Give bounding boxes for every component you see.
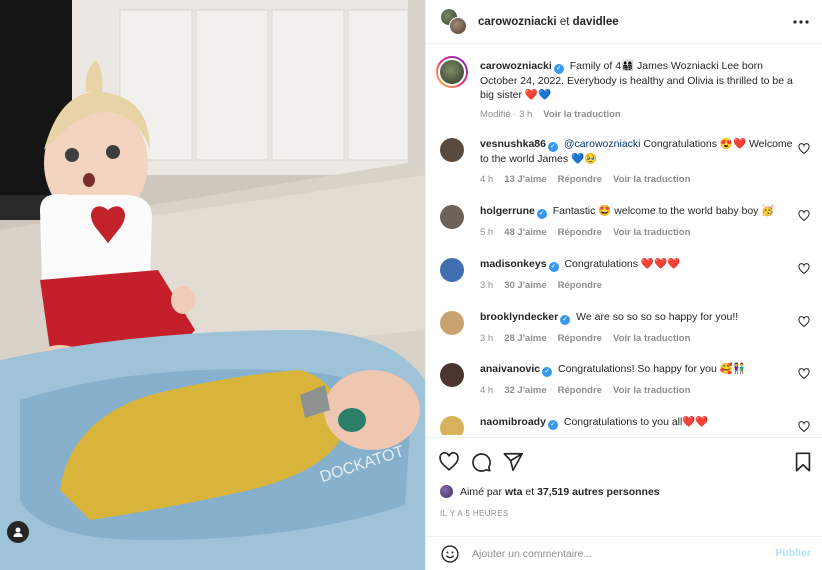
comment-username[interactable]: vesnushka86 (480, 138, 546, 150)
comment-time[interactable]: 4 h (480, 173, 493, 187)
coauthor-username[interactable]: davidlee (573, 16, 619, 28)
heart-icon[interactable] (798, 263, 810, 275)
comment-username[interactable]: brooklyndecker (480, 311, 558, 323)
translate-link[interactable]: Voir la traduction (613, 384, 690, 398)
comment-time[interactable]: 4 h (480, 384, 493, 398)
verified-badge-icon: ✓ (542, 367, 553, 377)
post-authors: carowozniacki et davidlee (478, 16, 619, 28)
add-comment-bar: Publier (426, 536, 822, 570)
verified-badge-icon: ✓ (560, 315, 571, 325)
bookmark-icon[interactable] (792, 451, 814, 473)
comment-time[interactable]: 3 h (480, 332, 493, 346)
list-item: holgerrune ✓ Fantastic 🤩 welcome to the w… (440, 204, 810, 240)
verified-badge-icon: ✓ (547, 142, 558, 152)
comment-mention[interactable]: @carowozniacki (564, 138, 641, 150)
heart-icon[interactable] (798, 143, 810, 155)
likes-user[interactable]: wta (505, 486, 523, 498)
comment-username[interactable]: naomibroady (480, 416, 546, 428)
avatar[interactable] (440, 138, 464, 162)
post-viewer: DOCKATOT carowozniacki et davidlee carow… (0, 0, 822, 570)
comment-text: Congratulations to you all❤️❤️ (563, 416, 709, 428)
heart-icon[interactable] (438, 451, 460, 473)
caption-time: Modifié · 3 h (480, 109, 533, 120)
user-tag-button[interactable] (7, 521, 29, 543)
translate-link[interactable]: Voir la traduction (613, 173, 690, 187)
list-item: anaivanovic ✓ Congratulations! So happy f… (440, 362, 810, 398)
avatar[interactable] (436, 56, 468, 88)
avatar[interactable] (440, 363, 464, 387)
author-username[interactable]: carowozniacki (478, 16, 557, 28)
avatar[interactable] (440, 485, 453, 498)
translate-link[interactable]: Voir la traduction (543, 108, 620, 122)
reply-button[interactable]: Répondre (558, 279, 602, 293)
verified-badge-icon: ✓ (553, 64, 564, 74)
post-timestamp[interactable]: IL Y A 5 HEURES (440, 509, 509, 518)
comment-text: We are so so so so happy for you!! (576, 311, 739, 323)
more-icon (793, 20, 809, 24)
verified-badge-icon: ✓ (548, 262, 559, 272)
comment-username[interactable]: holgerrune (480, 205, 535, 217)
comment-likes[interactable]: 28 J'aime (504, 332, 546, 346)
caption-username[interactable]: carowozniacki (480, 60, 552, 72)
translate-link[interactable]: Voir la traduction (613, 332, 690, 346)
reply-button[interactable]: Répondre (558, 332, 602, 346)
comment-likes[interactable]: 13 J'aime (504, 173, 546, 187)
author-avatars[interactable] (440, 7, 468, 36)
author-connector: et (559, 15, 570, 28)
list-item: brooklyndecker ✓ We are so so so so happy… (440, 310, 810, 346)
share-icon[interactable] (502, 451, 524, 473)
more-options-button[interactable] (791, 12, 811, 32)
user-tag-icon (13, 527, 23, 537)
heart-icon[interactable] (798, 316, 810, 328)
translate-link[interactable]: Voir la traduction (613, 226, 690, 240)
comment-likes[interactable]: 30 J'aime (504, 279, 546, 293)
comment-likes[interactable]: 48 J'aime (504, 226, 546, 240)
publish-button[interactable]: Publier (775, 547, 811, 559)
comment-likes[interactable]: 32 J'aime (504, 384, 546, 398)
heart-icon[interactable] (798, 368, 810, 380)
post-photo[interactable]: DOCKATOT (0, 0, 425, 570)
comment-username[interactable]: anaivanovic (480, 363, 540, 375)
comment-time[interactable]: 5 h (480, 226, 493, 240)
reply-button[interactable]: Répondre (558, 384, 602, 398)
comment-text: Congratulations! So happy for you 🥰👫 (558, 363, 746, 375)
comment-text: Congratulations ❤️❤️❤️ (564, 258, 681, 270)
likes-connector: et (525, 485, 535, 498)
reply-button[interactable]: Répondre (558, 173, 602, 187)
heart-icon[interactable] (798, 210, 810, 222)
comment-username[interactable]: madisonkeys (480, 258, 547, 270)
comment-text: Fantastic 🤩 welcome to the world baby bo… (552, 205, 775, 217)
comment-icon[interactable] (470, 451, 492, 473)
post-header: carowozniacki et davidlee (426, 0, 822, 44)
photo-illustration: DOCKATOT (0, 0, 425, 570)
comments-list[interactable]: carowozniacki ✓ Family of 4👨‍👩‍👧‍👦 James … (426, 45, 822, 435)
avatar[interactable] (440, 416, 464, 435)
emoji-icon[interactable] (440, 544, 460, 564)
list-item: vesnushka86 ✓ @carowozniacki Congratulati… (440, 137, 810, 187)
avatar[interactable] (440, 258, 464, 282)
likes-prefix: Aimé par (460, 485, 503, 498)
list-item: naomibroady ✓ Congratulations to you all❤… (440, 415, 810, 435)
post-actions: Aimé par wta et 37,519 autres personnes … (426, 437, 822, 549)
list-item: madisonkeys ✓ Congratulations ❤️❤️❤️ 3 h … (440, 257, 810, 293)
verified-badge-icon: ✓ (536, 209, 547, 219)
avatar[interactable] (440, 311, 464, 335)
verified-badge-icon: ✓ (547, 420, 558, 430)
likes-summary: Aimé par wta et 37,519 autres personnes (440, 485, 660, 498)
comment-time[interactable]: 3 h (480, 279, 493, 293)
avatar[interactable] (440, 205, 464, 229)
heart-icon[interactable] (798, 421, 810, 433)
avatar (449, 16, 467, 35)
comment-input[interactable] (472, 547, 762, 560)
post-side-panel: carowozniacki et davidlee carowozniacki ✓… (425, 0, 822, 570)
reply-button[interactable]: Répondre (558, 226, 602, 240)
likes-count[interactable]: 37,519 autres personnes (537, 486, 660, 498)
caption: carowozniacki ✓ Family of 4👨‍👩‍👧‍👦 James … (436, 56, 810, 122)
